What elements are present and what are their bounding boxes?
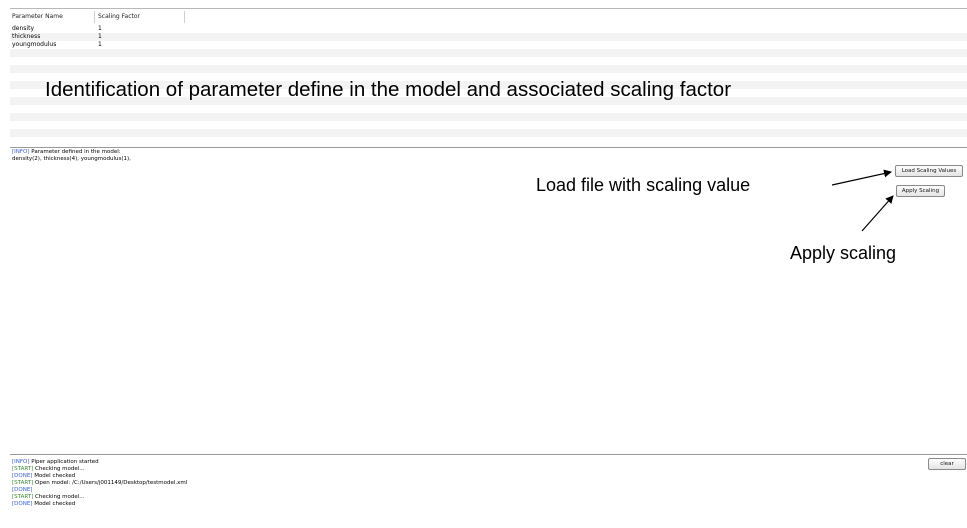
log-tag: [START] xyxy=(12,494,34,500)
log-tag: [DONE] xyxy=(12,501,33,507)
clear-log-button[interactable]: clear xyxy=(928,458,966,470)
arrow-to-load-button xyxy=(831,169,892,186)
application-log-panel: [INFO] Piper application started [START]… xyxy=(10,456,967,528)
log-line: [DONE] xyxy=(12,487,32,494)
log-tag: [START] xyxy=(12,466,34,472)
log-tag: [START] xyxy=(12,480,34,486)
log-line: [DONE] Model checked xyxy=(12,501,75,508)
log-line: [START] Checking model... xyxy=(12,494,85,501)
log-text: Checking model... xyxy=(33,466,85,472)
log-tag: [INFO] xyxy=(12,459,30,465)
log-tag: [DONE] xyxy=(12,473,33,479)
log-tag: [DONE] xyxy=(12,487,33,493)
log-text: Open model: /C:/Users/j001149/Desktop/te… xyxy=(33,480,188,486)
annotation-arrows xyxy=(831,169,894,232)
log-line: [DONE] Model checked xyxy=(12,473,75,480)
arrow-to-apply-button xyxy=(861,195,894,232)
log-line: [START] Open model: /C:/Users/j001149/De… xyxy=(12,480,187,487)
log-text: Model checked xyxy=(32,473,76,479)
log-line: [START] Checking model... xyxy=(12,466,85,473)
log-text: Piper application started xyxy=(29,459,99,465)
log-text: Model checked xyxy=(32,501,76,507)
log-text: Checking model... xyxy=(33,494,85,500)
log-line: [INFO] Piper application started xyxy=(12,459,99,466)
